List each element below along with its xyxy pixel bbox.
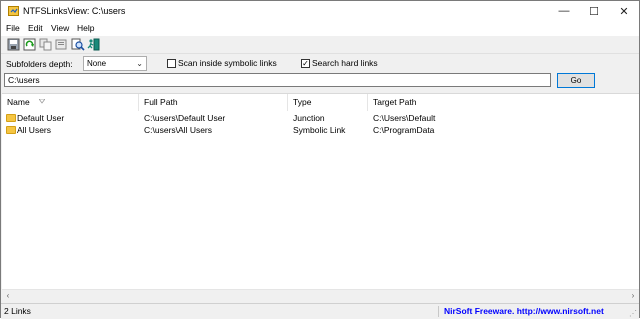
maximize-button[interactable]: ☐ — [579, 1, 609, 21]
close-icon: ✕ — [619, 5, 629, 18]
path-value: C:\users — [8, 75, 40, 85]
cell-target-path: C:\Users\Default — [373, 113, 436, 123]
maximize-icon: ☐ — [589, 5, 599, 18]
cell-name: Default User — [17, 113, 65, 123]
column-header-name[interactable]: Name — [2, 94, 139, 111]
menu-file[interactable]: File — [6, 23, 20, 34]
table-row[interactable]: Default User C:\users\Default User Junct… — [2, 112, 639, 124]
cell-name: All Users — [17, 125, 52, 135]
cell-target-path: C:\ProgramData — [373, 125, 435, 135]
checkmark-icon: ✓ — [302, 59, 309, 68]
scroll-left-icon[interactable]: ‹ — [2, 290, 14, 302]
toolbar — [1, 36, 639, 54]
properties-icon[interactable] — [55, 38, 69, 51]
minimize-icon: — — [558, 5, 570, 17]
refresh-icon[interactable] — [23, 38, 37, 51]
status-count: 2 Links — [4, 306, 31, 316]
depth-label: Subfolders depth: — [6, 59, 73, 69]
scroll-right-icon[interactable]: › — [627, 290, 639, 302]
scan-symbolic-checkbox[interactable] — [167, 59, 176, 68]
nirsoft-link[interactable]: NirSoft Freeware. http://www.nirsoft.net — [444, 306, 604, 317]
copy-icon[interactable] — [39, 38, 53, 51]
app-window: NTFSLinksView: C:\users — ☐ ✕ File Edit … — [0, 0, 640, 319]
chevron-down-icon: ⌄ — [136, 59, 143, 68]
horizontal-scrollbar[interactable]: ‹ › — [2, 289, 639, 302]
menu-help[interactable]: Help — [77, 23, 94, 34]
cell-type: Symbolic Link — [293, 125, 346, 135]
folder-icon — [6, 126, 16, 134]
depth-value: None — [87, 59, 107, 68]
menu-bar: File Edit View Help — [1, 21, 639, 36]
links-list: Name Full Path Type Target Path Default … — [2, 93, 639, 290]
title-bar: NTFSLinksView: C:\users — ☐ ✕ — [1, 1, 639, 21]
menu-view[interactable]: View — [51, 23, 69, 34]
exit-icon[interactable] — [87, 38, 101, 51]
column-header-full-path[interactable]: Full Path — [139, 94, 288, 111]
table-row[interactable]: All Users C:\users\All Users Symbolic Li… — [2, 124, 639, 136]
column-header-target-path[interactable]: Target Path — [368, 94, 639, 111]
status-divider — [438, 306, 439, 317]
column-header-type[interactable]: Type — [288, 94, 368, 111]
sort-icon — [39, 99, 45, 104]
hard-links-checkbox[interactable]: ✓ — [301, 59, 310, 68]
save-icon[interactable] — [7, 38, 21, 51]
folder-icon — [6, 114, 16, 122]
depth-select[interactable]: None ⌄ — [83, 56, 147, 71]
scan-symbolic-label: Scan inside symbolic links — [178, 58, 277, 68]
menu-edit[interactable]: Edit — [28, 23, 43, 34]
app-icon — [8, 6, 19, 16]
minimize-button[interactable]: — — [549, 1, 579, 21]
status-bar: 2 Links NirSoft Freeware. http://www.nir… — [1, 303, 639, 319]
go-button[interactable]: Go — [557, 73, 595, 88]
cell-full-path: C:\users\Default User — [144, 113, 226, 123]
window-title: NTFSLinksView: C:\users — [23, 6, 126, 16]
cell-type: Junction — [293, 113, 325, 123]
cell-full-path: C:\users\All Users — [144, 125, 213, 135]
path-input[interactable]: C:\users — [4, 73, 551, 87]
close-button[interactable]: ✕ — [609, 1, 639, 21]
find-icon[interactable] — [71, 38, 85, 51]
resize-grip-icon[interactable]: ⋰ — [629, 309, 637, 318]
hard-links-label: Search hard links — [312, 58, 378, 68]
